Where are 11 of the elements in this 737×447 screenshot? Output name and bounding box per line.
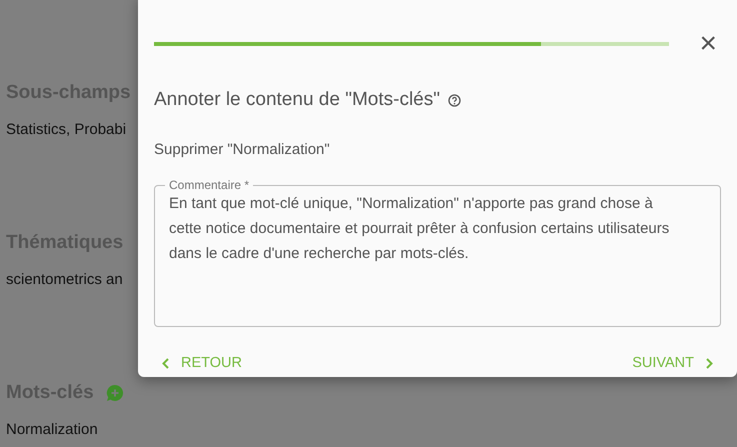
section-value: scientometrics an (6, 270, 124, 290)
chevron-right-icon (706, 358, 713, 370)
chevron-left-icon (162, 358, 169, 370)
add-comment-icon[interactable] (106, 384, 124, 402)
help-icon (448, 94, 461, 107)
dialog-title: Annoter le contenu de "Mots-clés" (154, 88, 440, 112)
section-value: Normalization (6, 420, 99, 440)
close-button[interactable]: × (695, 34, 721, 54)
action-label: Supprimer "Normalization" (154, 140, 331, 160)
comment-field[interactable]: Commentaire * En tant que mot-clé unique, "Normalization" n'apporte pas grand chose à cette notice documentaire et pourrait prêter à confusion certains utilisateurs dans le cadre d'une recherche par mots-clés. (154, 179, 721, 327)
section-value: Statistics, Probabi (6, 120, 128, 140)
